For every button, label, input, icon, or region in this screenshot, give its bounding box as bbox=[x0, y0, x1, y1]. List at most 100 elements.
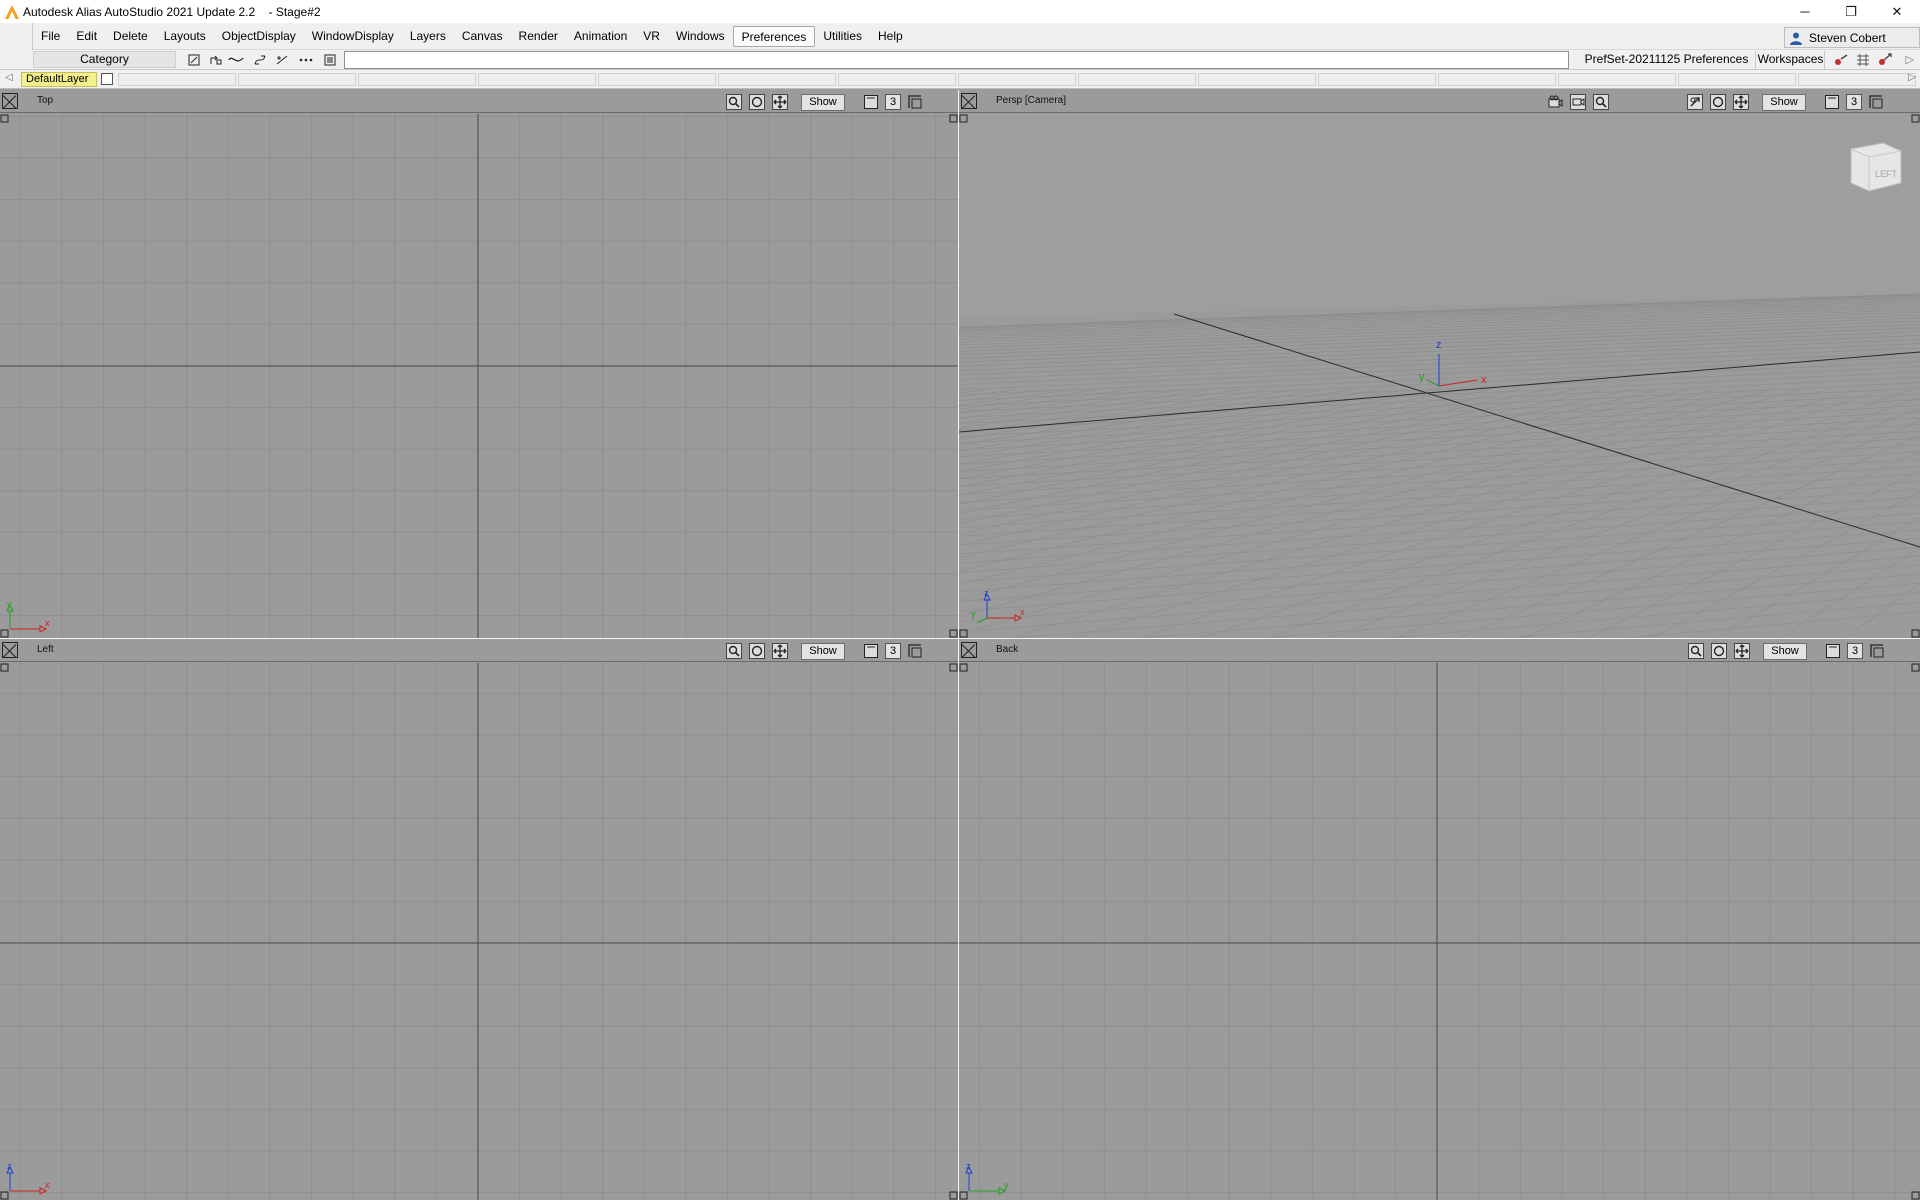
menu-layouts[interactable]: Layouts bbox=[156, 26, 214, 47]
dolly-icon[interactable] bbox=[1686, 93, 1704, 111]
menu-help[interactable]: Help bbox=[870, 26, 911, 47]
minimize-button[interactable]: ─ bbox=[1782, 0, 1828, 23]
restore-button[interactable]: ❐ bbox=[1828, 0, 1874, 23]
layer-slot[interactable] bbox=[958, 73, 1076, 86]
viewcube[interactable]: LEFT bbox=[1843, 139, 1909, 199]
layer-slot[interactable] bbox=[1558, 73, 1676, 86]
workspace-grid-icon[interactable] bbox=[1854, 52, 1872, 68]
camera-icon[interactable] bbox=[1546, 93, 1564, 111]
viewport-splitter-horizontal[interactable] bbox=[0, 638, 1920, 639]
pan-icon[interactable] bbox=[771, 642, 789, 660]
zoom-icon[interactable] bbox=[1687, 642, 1705, 660]
tumble-icon[interactable] bbox=[748, 93, 766, 111]
display-level-button[interactable]: 3 bbox=[885, 94, 901, 110]
maximize-viewport-icon[interactable] bbox=[906, 93, 924, 111]
tumble-icon[interactable] bbox=[1709, 93, 1727, 111]
pan-icon[interactable] bbox=[1732, 93, 1750, 111]
menu-file[interactable]: File bbox=[33, 26, 68, 47]
menu-render[interactable]: Render bbox=[511, 26, 566, 47]
layer-slot[interactable] bbox=[1438, 73, 1556, 86]
menu-objectdisplay[interactable]: ObjectDisplay bbox=[214, 26, 304, 47]
show-button[interactable]: Show bbox=[801, 93, 845, 111]
layer-slot[interactable] bbox=[118, 73, 236, 86]
workspace-marking-icon[interactable] bbox=[1832, 52, 1850, 68]
menu-edit[interactable]: Edit bbox=[68, 26, 105, 47]
left-viewport[interactable]: Left Show 3 zx bbox=[0, 639, 958, 1200]
tumble-icon[interactable] bbox=[1710, 642, 1728, 660]
menu-utilities[interactable]: Utilities bbox=[815, 26, 870, 47]
close-viewport-icon[interactable] bbox=[961, 642, 977, 658]
resize-corner-icon bbox=[949, 663, 958, 672]
axis-label: x bbox=[1020, 607, 1025, 617]
display-level-button[interactable]: 3 bbox=[885, 643, 901, 659]
display-level-button[interactable]: 3 bbox=[1846, 94, 1862, 110]
menu-delete[interactable]: Delete bbox=[105, 26, 156, 47]
prefset-label[interactable]: PrefSet-20211125 Preferences bbox=[1578, 51, 1756, 69]
camera-bookmark-icon[interactable] bbox=[1569, 93, 1587, 111]
pan-icon[interactable] bbox=[1733, 642, 1751, 660]
window-layout-icon[interactable] bbox=[862, 642, 880, 660]
zoom-icon[interactable] bbox=[725, 642, 743, 660]
maximize-viewport-icon[interactable] bbox=[906, 642, 924, 660]
layer-slot[interactable] bbox=[1198, 73, 1316, 86]
viewport-splitter-vertical[interactable] bbox=[958, 90, 959, 1200]
menu-layers[interactable]: Layers bbox=[402, 26, 454, 47]
notes-tool-icon[interactable] bbox=[320, 51, 340, 68]
command-line-input[interactable] bbox=[344, 51, 1569, 69]
window-layout-icon[interactable] bbox=[1824, 642, 1842, 660]
curve-tool-icon[interactable] bbox=[226, 51, 246, 68]
workspaces-button[interactable]: Workspaces bbox=[1757, 51, 1825, 69]
layer-visibility-checkbox[interactable] bbox=[101, 73, 113, 85]
surface-tool-icon[interactable] bbox=[250, 51, 270, 68]
window-layout-icon[interactable] bbox=[862, 93, 880, 111]
zoom-icon[interactable] bbox=[1592, 93, 1610, 111]
workspace-tool-icon[interactable] bbox=[1876, 52, 1894, 68]
layer-slot[interactable] bbox=[1678, 73, 1796, 86]
maximize-viewport-icon[interactable] bbox=[1867, 93, 1885, 111]
pan-icon[interactable] bbox=[771, 93, 789, 111]
close-viewport-icon[interactable] bbox=[2, 93, 18, 109]
layer-slot[interactable] bbox=[838, 73, 956, 86]
layer-scroll-left-icon[interactable]: ◁ bbox=[5, 72, 13, 83]
snap-tool-icon[interactable] bbox=[272, 51, 292, 68]
back-viewport[interactable]: Back Show 3 zy bbox=[959, 639, 1920, 1200]
menu-animation[interactable]: Animation bbox=[566, 26, 635, 47]
tumble-icon[interactable] bbox=[748, 642, 766, 660]
back-viewport-grid: zy bbox=[959, 663, 1920, 1200]
default-layer-tab[interactable]: DefaultLayer bbox=[21, 72, 97, 87]
chevron-right-icon[interactable]: ▷ bbox=[1906, 53, 1914, 66]
menu-vr[interactable]: VR bbox=[635, 26, 668, 47]
layer-slot[interactable] bbox=[598, 73, 716, 86]
menu-canvas[interactable]: Canvas bbox=[454, 26, 511, 47]
menu-preferences[interactable]: Preferences bbox=[732, 26, 816, 47]
layer-slot[interactable] bbox=[1798, 73, 1916, 86]
layer-slot[interactable] bbox=[238, 73, 356, 86]
show-button[interactable]: Show bbox=[1762, 93, 1806, 111]
zoom-icon[interactable] bbox=[725, 93, 743, 111]
show-button[interactable]: Show bbox=[1763, 642, 1807, 660]
axis-label: y bbox=[1004, 1180, 1009, 1190]
user-account[interactable]: Steven Cobert bbox=[1784, 27, 1920, 48]
menu-windows[interactable]: Windows bbox=[668, 26, 733, 47]
layer-slot[interactable] bbox=[358, 73, 476, 86]
points-tool-icon[interactable] bbox=[296, 51, 316, 68]
top-viewport[interactable]: Top Show 3 yx bbox=[0, 90, 958, 638]
layer-slot[interactable] bbox=[478, 73, 596, 86]
close-viewport-icon[interactable] bbox=[961, 93, 977, 109]
layer-slot[interactable] bbox=[718, 73, 836, 86]
category-button[interactable]: Category bbox=[33, 51, 176, 68]
display-level-button[interactable]: 3 bbox=[1847, 643, 1863, 659]
transform-tool-icon[interactable] bbox=[206, 51, 226, 68]
axis-label: z bbox=[7, 1161, 12, 1171]
layer-scroll-right-icon[interactable]: ▷ bbox=[1908, 72, 1916, 83]
perspective-viewport[interactable]: Persp [Camera] Show 3 z y x z y x LEFT bbox=[959, 90, 1920, 638]
maximize-viewport-icon[interactable] bbox=[1868, 642, 1886, 660]
menu-windowdisplay[interactable]: WindowDisplay bbox=[304, 26, 402, 47]
window-layout-icon[interactable] bbox=[1823, 93, 1841, 111]
show-button[interactable]: Show bbox=[801, 642, 845, 660]
close-window-button[interactable]: ✕ bbox=[1874, 0, 1920, 23]
layer-slot[interactable] bbox=[1078, 73, 1196, 86]
pick-tool-icon[interactable] bbox=[184, 51, 204, 68]
layer-slot[interactable] bbox=[1318, 73, 1436, 86]
close-viewport-icon[interactable] bbox=[2, 642, 18, 658]
